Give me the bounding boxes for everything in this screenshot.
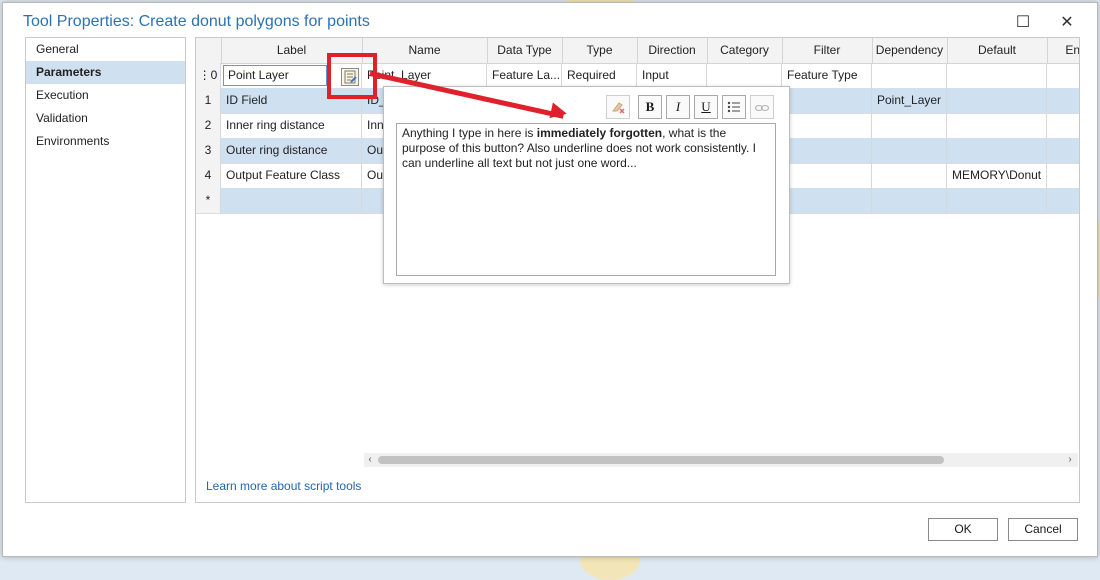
row-number: 3 (196, 138, 221, 163)
close-icon: ✕ (1060, 14, 1074, 31)
header-dependency[interactable]: Dependency (872, 38, 948, 63)
filter-cell[interactable] (782, 88, 872, 113)
header-rownum (196, 38, 222, 63)
description-bold-text: immediately forgotten (536, 126, 663, 140)
direction-cell[interactable]: Input (637, 63, 707, 88)
header-filter[interactable]: Filter (782, 38, 873, 63)
environment-cell[interactable] (1047, 138, 1079, 163)
filter-cell[interactable]: Feature Type (782, 63, 872, 88)
learn-more-link[interactable]: Learn more about script tools (206, 479, 361, 493)
bullet-list-icon (727, 101, 740, 113)
default-cell[interactable] (947, 63, 1047, 88)
property-nav: General Parameters Execution Validation … (25, 37, 186, 503)
header-direction[interactable]: Direction (637, 38, 708, 63)
filter-cell[interactable] (782, 188, 872, 213)
scrollbar-thumb[interactable] (378, 456, 944, 464)
header-environment[interactable]: Envi (1047, 38, 1079, 63)
description-text: Anything I type in here is (402, 126, 537, 140)
filter-cell[interactable] (782, 113, 872, 138)
filter-cell[interactable] (782, 138, 872, 163)
description-editor-popup: B I U Anything I type in here is immedia… (383, 86, 790, 284)
environment-cell[interactable] (1047, 63, 1079, 88)
dependency-cell[interactable] (872, 113, 947, 138)
description-textarea[interactable]: Anything I type in here is immediately f… (396, 123, 776, 276)
nav-item-environments[interactable]: Environments (26, 130, 185, 153)
label-cell[interactable] (221, 188, 362, 213)
environment-cell[interactable] (1047, 188, 1079, 213)
default-cell[interactable] (947, 138, 1047, 163)
nav-item-parameters[interactable]: Parameters (26, 61, 185, 84)
bullet-list-button[interactable] (722, 95, 746, 119)
dialog-title: Tool Properties: Create donut polygons f… (23, 13, 370, 30)
clear-format-icon (612, 102, 625, 114)
header-type[interactable]: Type (562, 38, 638, 63)
environment-cell[interactable] (1047, 88, 1079, 113)
close-button[interactable]: ✕ (1055, 11, 1079, 35)
row-number: 2 (196, 113, 221, 138)
header-name[interactable]: Name (362, 38, 488, 63)
maximize-icon: ☐ (1015, 14, 1031, 31)
default-cell[interactable]: MEMORY\Donut (947, 163, 1047, 188)
italic-button[interactable]: I (666, 95, 690, 119)
dependency-cell[interactable] (872, 63, 947, 88)
cancel-button[interactable]: Cancel (1008, 518, 1078, 541)
horizontal-scrollbar[interactable]: ‹ › (364, 453, 1078, 467)
category-cell[interactable] (707, 63, 782, 88)
default-cell[interactable] (947, 113, 1047, 138)
filter-cell[interactable] (782, 163, 872, 188)
link-icon (754, 104, 770, 112)
dependency-cell[interactable] (872, 163, 947, 188)
dependency-cell[interactable] (872, 188, 947, 213)
label-cell[interactable]: Outer ring distance (221, 138, 362, 163)
default-cell[interactable] (947, 188, 1047, 213)
clear-format-button[interactable] (606, 95, 630, 119)
dependency-cell[interactable] (872, 138, 947, 163)
row-number: 4 (196, 163, 221, 188)
scroll-right-icon[interactable]: › (1064, 453, 1076, 467)
bold-button[interactable]: B (638, 95, 662, 119)
row-number: 1 (196, 88, 221, 113)
header-default[interactable]: Default (947, 38, 1048, 63)
scroll-left-icon[interactable]: ‹ (364, 453, 376, 467)
default-cell[interactable] (947, 88, 1047, 113)
environment-cell[interactable] (1047, 163, 1079, 188)
type-cell[interactable]: Required (562, 63, 637, 88)
header-data-type[interactable]: Data Type (487, 38, 563, 63)
environment-cell[interactable] (1047, 113, 1079, 138)
label-cell[interactable]: Output Feature Class (221, 163, 362, 188)
red-arrowhead (549, 102, 569, 122)
nav-item-execution[interactable]: Execution (26, 84, 185, 107)
underline-button[interactable]: U (694, 95, 718, 119)
dependency-cell[interactable]: Point_Layer (872, 88, 947, 113)
label-cell[interactable]: Inner ring distance (221, 113, 362, 138)
header-category[interactable]: Category (707, 38, 783, 63)
nav-item-validation[interactable]: Validation (26, 107, 185, 130)
data-type-cell[interactable]: Feature La... (487, 63, 562, 88)
row-number: ⋮0 (196, 63, 221, 88)
new-row-marker: * (196, 188, 221, 213)
maximize-button[interactable]: ☐ (1011, 11, 1035, 35)
label-edit-input[interactable]: Point Layer (223, 65, 327, 86)
ok-button[interactable]: OK (928, 518, 998, 541)
nav-item-general[interactable]: General (26, 38, 185, 61)
hyperlink-button[interactable] (750, 95, 774, 119)
